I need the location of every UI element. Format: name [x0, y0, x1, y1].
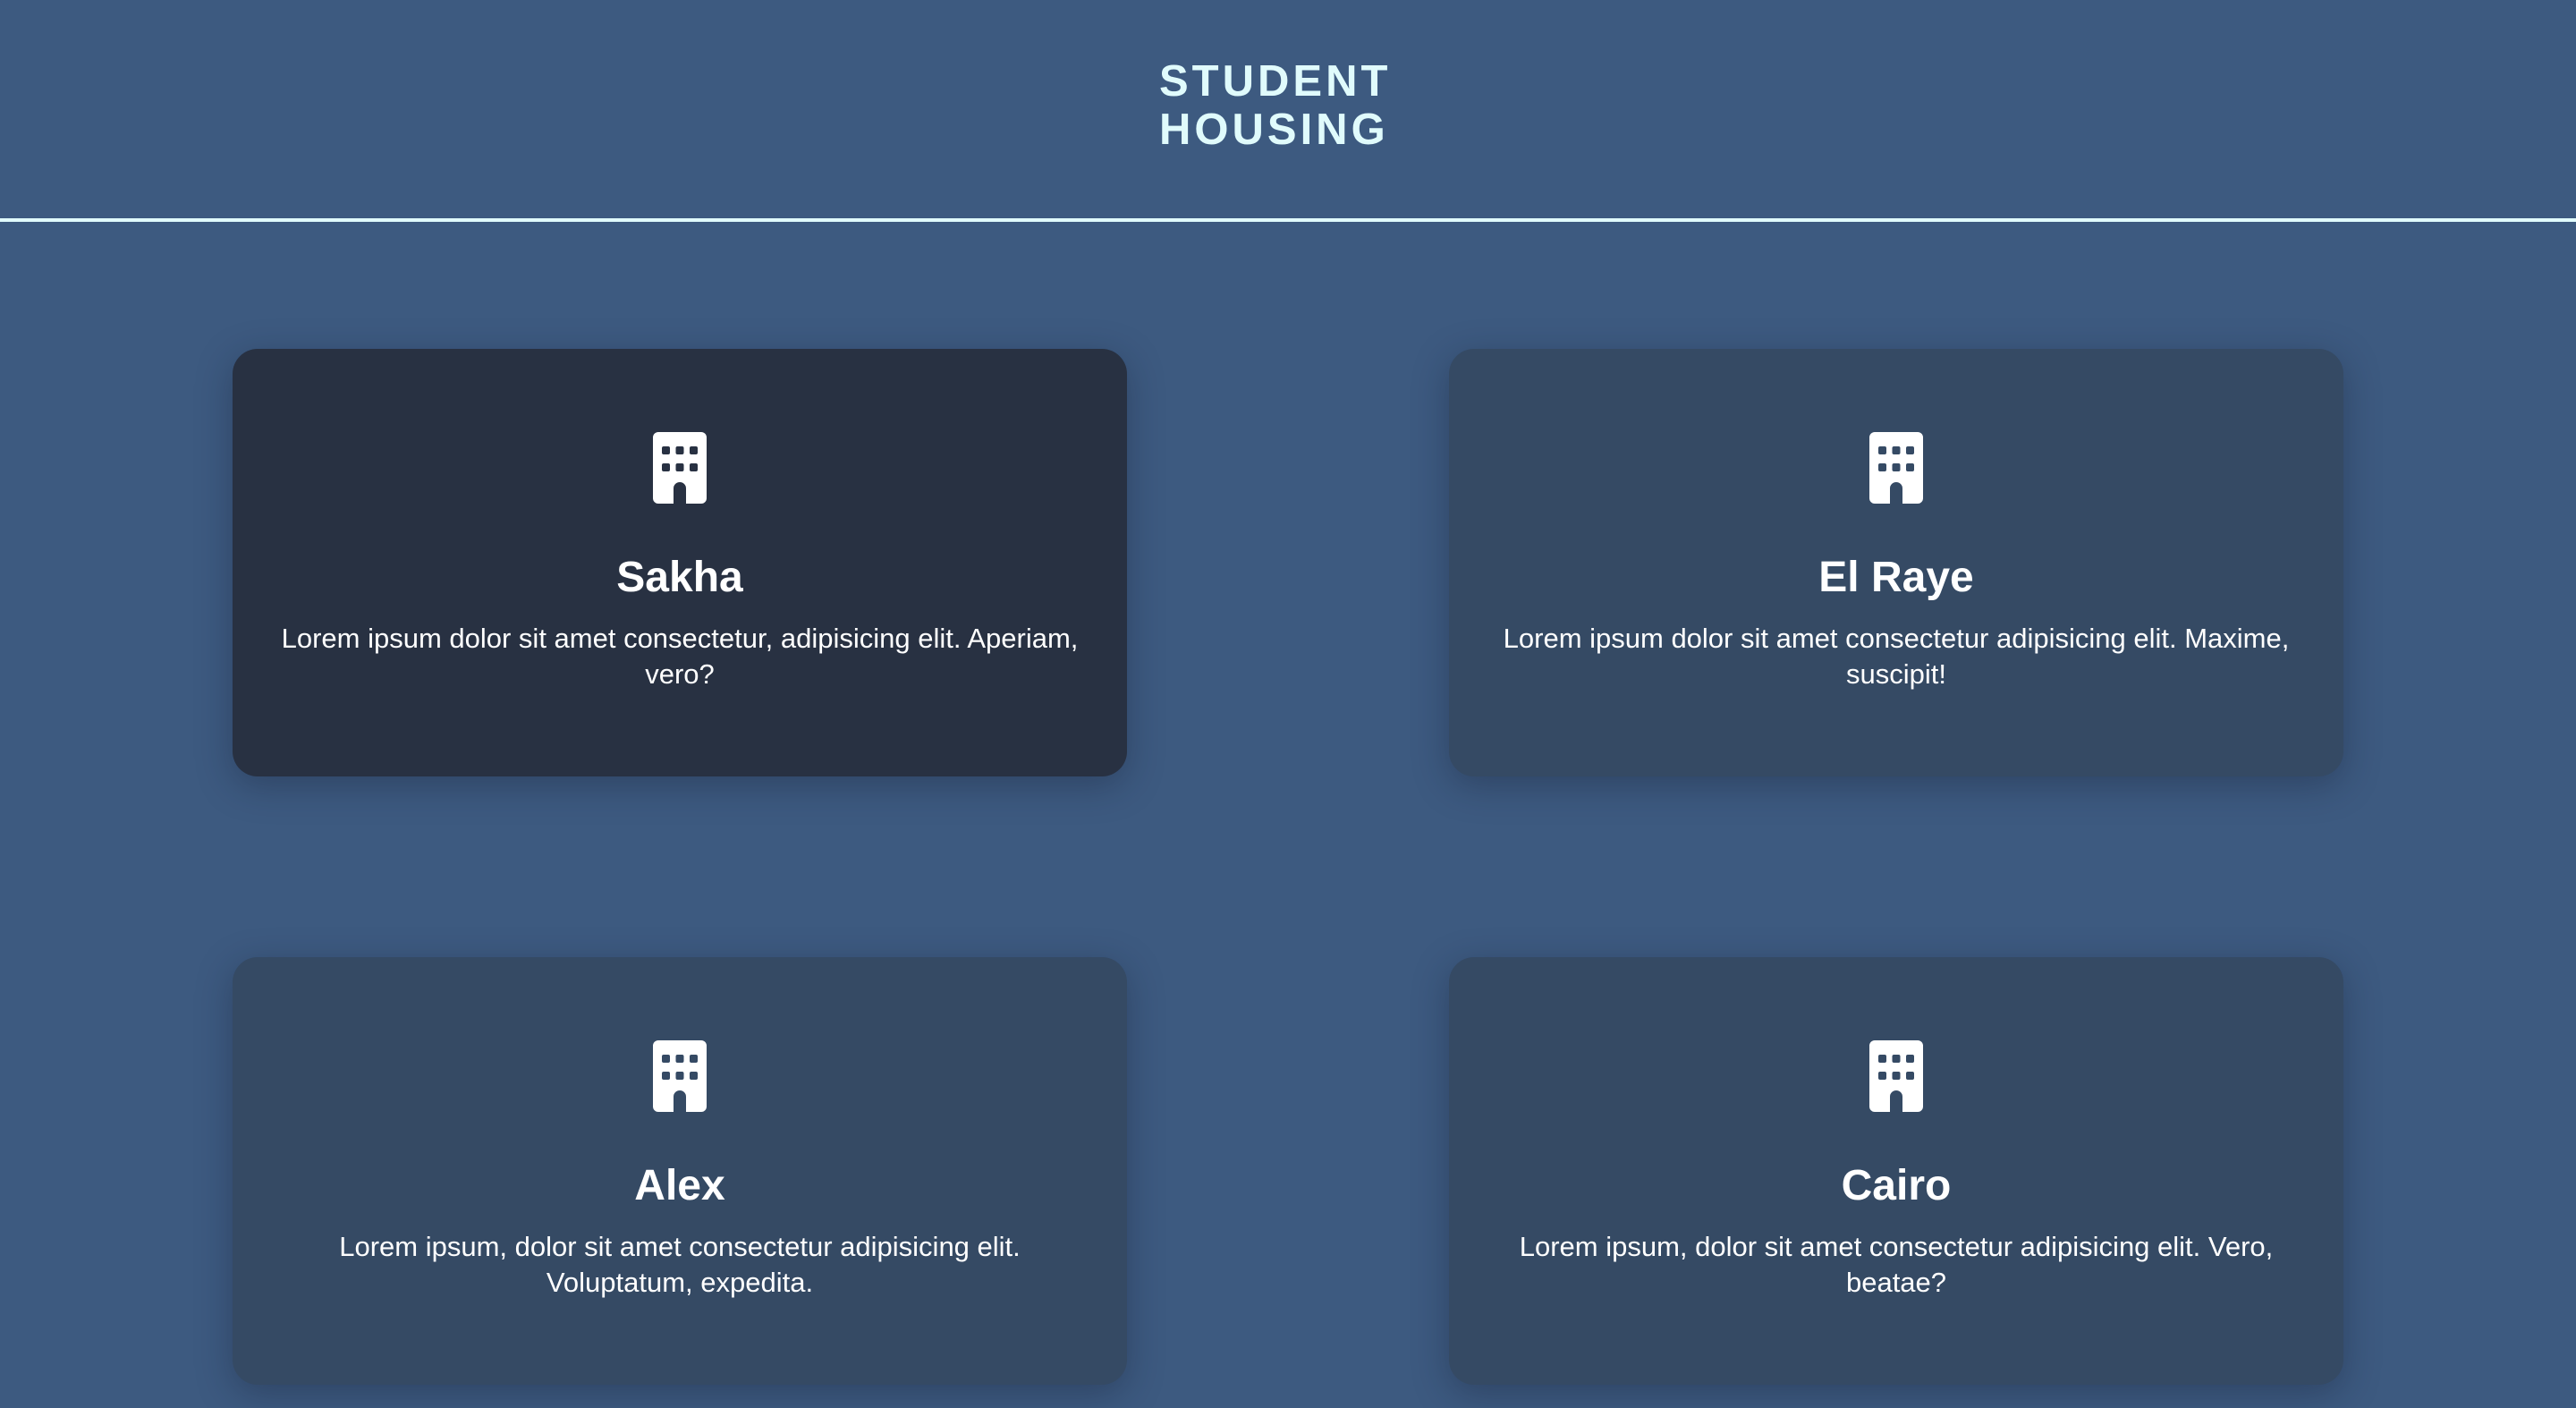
- site-title-line1: STUDENT: [1159, 57, 1392, 106]
- card-title: Alex: [634, 1162, 725, 1209]
- card-title: El Raye: [1818, 554, 1974, 601]
- housing-card-alex[interactable]: Alex Lorem ipsum, dolor sit amet consect…: [233, 957, 1127, 1385]
- site-title-line2: HOUSING: [1159, 106, 1389, 154]
- card-title: Cairo: [1841, 1162, 1952, 1209]
- card-text: Lorem ipsum dolor sit amet consectetur, …: [281, 623, 1079, 690]
- card-title: Sakha: [616, 554, 743, 601]
- card-text: Lorem ipsum, dolor sit amet consectetur …: [339, 1231, 1021, 1298]
- building-icon: [1869, 1040, 1923, 1112]
- housing-card-el-raye[interactable]: El Raye Lorem ipsum dolor sit amet conse…: [1449, 349, 2343, 776]
- card-text: Lorem ipsum dolor sit amet consectetur a…: [1503, 623, 2290, 690]
- site-title: STUDENT HOUSING: [1159, 57, 1391, 154]
- header-divider: [0, 218, 2576, 222]
- header: STUDENT HOUSING: [0, 0, 2576, 222]
- building-icon: [653, 1040, 707, 1112]
- housing-card-sakha[interactable]: Sakha Lorem ipsum dolor sit amet consect…: [233, 349, 1127, 776]
- building-icon: [653, 432, 707, 504]
- building-icon: [1869, 432, 1923, 504]
- card-text: Lorem ipsum, dolor sit amet consectetur …: [1519, 1231, 2274, 1298]
- housing-card-cairo[interactable]: Cairo Lorem ipsum, dolor sit amet consec…: [1449, 957, 2343, 1385]
